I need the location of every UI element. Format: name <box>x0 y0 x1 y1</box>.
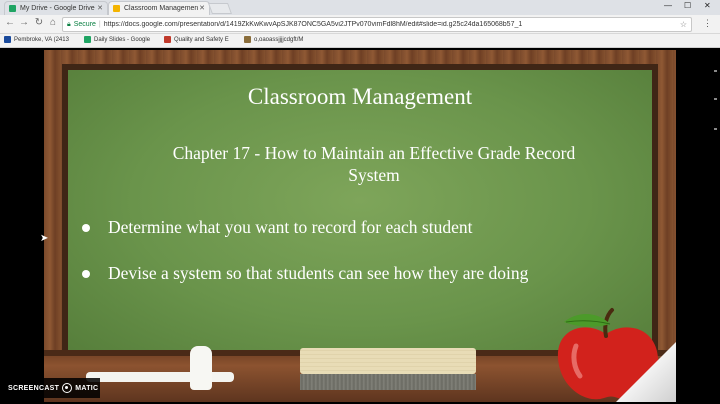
bookmark-label: Daily Slides - Google <box>94 36 151 43</box>
bookmark-star-icon[interactable]: ☆ <box>680 20 687 29</box>
browser-toolbar: ← → ↻ ⌂ 🔒︎ Secure | https://docs.google.… <box>0 15 720 34</box>
bookmark-favicon-icon <box>164 36 171 43</box>
tab-title: My Drive - Google Drive <box>20 5 95 12</box>
maximize-icon[interactable]: ☐ <box>684 1 691 10</box>
bookmark-label: Quality and Safety E <box>174 36 229 43</box>
bookmarks-bar: Pembroke, VA (2413 Daily Slides - Google… <box>0 34 720 48</box>
eraser-image <box>300 348 476 374</box>
back-arrow-icon[interactable]: ← <box>4 17 16 28</box>
reload-icon[interactable]: ↻ <box>33 17 45 28</box>
close-icon[interactable]: ✕ <box>199 4 205 12</box>
bookmark-item[interactable]: Daily Slides - Google <box>84 36 150 43</box>
new-tab-button[interactable] <box>207 3 233 14</box>
mouse-cursor-icon: ➤ <box>40 233 49 244</box>
bookmark-favicon-icon <box>84 36 91 43</box>
google-drive-icon <box>9 5 16 12</box>
subtitle-line: Chapter 17 - How to Maintain an Effectiv… <box>172 143 576 163</box>
bookmark-favicon-icon <box>4 36 11 43</box>
slide-subtitle: Chapter 17 - How to Maintain an Effectiv… <box>124 142 624 186</box>
scroll-marker <box>714 98 717 100</box>
google-slides-icon <box>113 5 120 12</box>
bullet-item: Determine what you want to record for ea… <box>82 217 472 238</box>
minimize-icon[interactable]: — <box>664 1 672 10</box>
bullet-text: Devise a system so that students can see… <box>108 263 529 283</box>
watermark-right: MATIC <box>75 384 99 392</box>
bullet-dot-icon <box>82 223 90 232</box>
bullet-text: Determine what you want to record for ea… <box>108 217 473 237</box>
bullet-item: Devise a system so that students can see… <box>82 263 528 284</box>
bookmark-label: Pembroke, VA (2413 <box>14 36 69 43</box>
screencast-watermark: SCREENCAST MATIC <box>0 378 100 398</box>
scroll-marker <box>714 128 717 130</box>
secure-label: Secure <box>73 21 96 28</box>
bookmark-item[interactable]: Quality and Safety E <box>164 36 229 43</box>
address-bar[interactable]: 🔒︎ Secure | https://docs.google.com/pres… <box>62 17 692 32</box>
scroll-marker <box>714 70 717 72</box>
slide-title: Classroom Management <box>247 84 473 109</box>
screencast-logo-icon <box>62 383 73 393</box>
presentation-stage: Classroom Management Chapter 17 - How to… <box>0 48 720 404</box>
address-separator: | <box>98 21 101 28</box>
bullet-dot-icon <box>82 269 90 278</box>
home-icon[interactable]: ⌂ <box>47 17 59 28</box>
bookmark-item[interactable]: o,oaoassjjjjcdgft/M <box>244 36 303 43</box>
forward-arrow-icon[interactable]: → <box>18 17 30 28</box>
bookmark-item[interactable]: Pembroke, VA (2413 <box>4 36 69 43</box>
bookmark-label: o,oaoassjjjjcdgft/M <box>254 36 304 43</box>
menu-icon[interactable]: ⋮ <box>703 18 712 29</box>
lock-icon: 🔒︎ <box>67 20 71 28</box>
close-icon[interactable]: ✕ <box>97 4 103 12</box>
tab-title: Classroom Managemen <box>124 5 199 12</box>
tab-classroom-management[interactable]: Classroom Managemen ✕ <box>108 1 210 15</box>
eraser-felt-image <box>300 374 476 390</box>
url-text: https://docs.google.com/presentation/d/1… <box>103 21 523 28</box>
watermark-left: SCREENCAST <box>8 384 60 392</box>
tab-my-drive[interactable]: My Drive - Google Drive ✕ <box>4 1 108 15</box>
subtitle-line: System <box>348 165 400 185</box>
bookmark-favicon-icon <box>244 36 251 43</box>
window-close-icon[interactable]: ✕ <box>704 1 711 10</box>
tab-strip: My Drive - Google Drive ✕ Classroom Mana… <box>0 0 720 15</box>
slide: Classroom Management Chapter 17 - How to… <box>44 50 676 402</box>
chalk-stick-image <box>190 346 212 390</box>
